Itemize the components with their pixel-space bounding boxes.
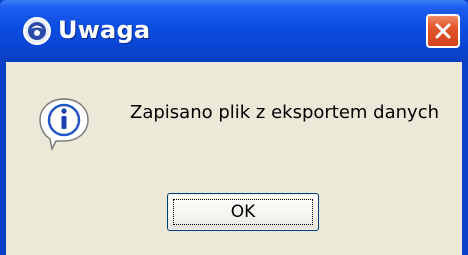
dialog-window: Uwaga Zapisano plik z eksportem danych O… bbox=[0, 0, 468, 255]
ok-button-label: OK bbox=[230, 202, 256, 222]
dialog-body: Zapisano plik z eksportem danych OK bbox=[6, 62, 462, 255]
close-icon bbox=[435, 23, 451, 39]
window-title: Uwaga bbox=[58, 16, 151, 44]
close-button[interactable] bbox=[426, 14, 460, 48]
title-bar[interactable]: Uwaga bbox=[0, 0, 468, 62]
message-text: Zapisano plik z eksportem danych bbox=[130, 102, 440, 123]
info-icon bbox=[36, 95, 92, 152]
ok-button[interactable]: OK bbox=[167, 193, 319, 231]
app-icon bbox=[22, 16, 52, 46]
